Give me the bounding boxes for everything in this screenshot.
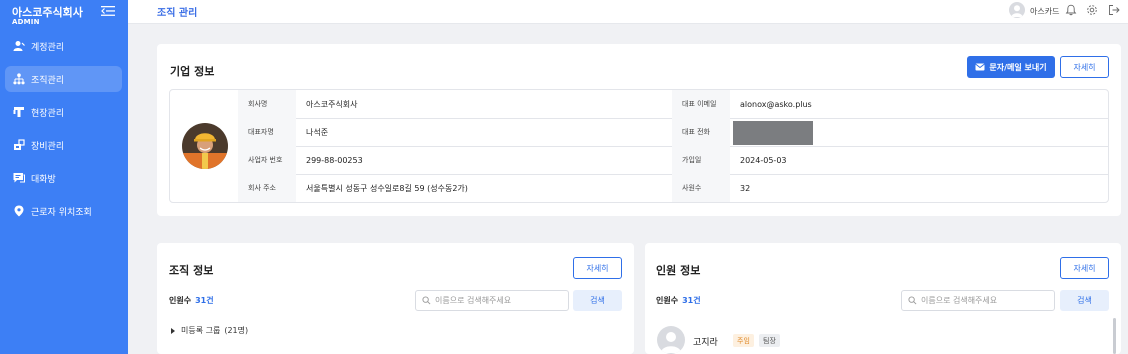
sidebar-item-label: 현장관리 <box>31 108 65 119</box>
company-address-value: 서울특별시 성동구 성수일로8길 59 (성수동2가) <box>306 183 468 193</box>
ceo-email-label: 대표 이메일 <box>672 90 730 118</box>
ceo-phone-label: 대표 전화 <box>672 118 730 146</box>
sidebar-item-label: 대화방 <box>31 174 56 185</box>
collapse-menu-icon[interactable] <box>101 5 115 17</box>
member-info-title: 인원 정보 <box>656 264 701 277</box>
employee-count-label: 사원수 <box>672 174 730 202</box>
joined-date-value: 2024-05-03 <box>740 155 787 165</box>
bell-icon[interactable] <box>1065 4 1077 16</box>
org-search-placeholder: 이름으로 검색해주세요 <box>435 296 512 305</box>
sidebar-item-account[interactable]: 계정관리 <box>5 33 122 59</box>
company-detail-button[interactable]: 자세히 <box>1060 56 1109 78</box>
sidebar-item-site[interactable]: 현장관리 <box>5 99 122 125</box>
search-icon <box>908 296 917 305</box>
company-profile-photo <box>182 123 228 169</box>
sidebar-item-label: 근로자 위치조회 <box>31 207 92 218</box>
user-icon <box>13 41 25 51</box>
employee-count-value: 32 <box>740 183 751 193</box>
org-info-card: 조직 정보 자세히 인원수 31건 이름으로 검색해주세요 검색 미등록 그룹 (… <box>157 243 634 354</box>
user-avatar[interactable] <box>1009 2 1025 18</box>
role-label: ADMIN <box>12 18 40 26</box>
worker-photo-icon <box>182 123 228 169</box>
member-search-placeholder: 이름으로 검색해주세요 <box>921 296 998 305</box>
member-search-input[interactable]: 이름으로 검색해주세요 <box>901 290 1055 311</box>
search-icon <box>422 296 431 305</box>
org-count-label: 인원수 <box>169 296 192 305</box>
role-badge: 팀장 <box>759 334 780 347</box>
ceo-email-value: alonox@asko.plus <box>740 99 812 109</box>
business-number-label: 사업자 번호 <box>238 146 296 174</box>
avatar-placeholder-icon <box>661 332 681 353</box>
gear-icon[interactable] <box>1086 4 1098 16</box>
ceo-name-value: 나석준 <box>306 127 329 137</box>
user-name[interactable]: 아스카드 <box>1030 6 1059 17</box>
send-message-button[interactable]: 문자/메일 보내기 <box>967 56 1055 78</box>
equipment-icon <box>14 139 25 150</box>
member-count: 인원수 31건 <box>656 295 701 306</box>
company-name-label: 회사명 <box>238 90 296 118</box>
position-badge: 주임 <box>733 334 754 347</box>
company-info-card: 기업 정보 문자/메일 보내기 자세히 회사명 아스코주식회사 대표자명 나석준… <box>157 44 1121 216</box>
sidebar-item-label: 장비관리 <box>31 141 65 152</box>
avatar-placeholder-icon <box>1011 5 1023 17</box>
sidebar: 아스코주식회사 ADMIN 계정관리 조직관리 현장관리 장비관리 대화방 근로… <box>0 0 128 354</box>
member-search-button[interactable]: 검색 <box>1060 290 1109 311</box>
ceo-phone-redacted <box>733 121 813 145</box>
org-search-input[interactable]: 이름으로 검색해주세요 <box>415 290 569 311</box>
org-search-button[interactable]: 검색 <box>573 290 622 311</box>
send-message-label: 문자/메일 보내기 <box>989 62 1047 72</box>
sidebar-item-organization[interactable]: 조직관리 <box>5 66 122 92</box>
top-bar: 조직 관리 아스카드 <box>128 0 1128 24</box>
location-pin-icon <box>14 205 24 217</box>
site-icon <box>13 107 24 117</box>
page-title: 조직 관리 <box>157 8 198 19</box>
member-count-value: 31건 <box>682 296 701 305</box>
business-number-value: 299-88-00253 <box>306 155 363 165</box>
company-info-table: 회사명 아스코주식회사 대표자명 나석준 사업자 번호 299-88-00253… <box>169 89 1109 203</box>
sidebar-item-label: 계정관리 <box>31 42 65 53</box>
org-count-value: 31건 <box>195 296 214 305</box>
company-info-title: 기업 정보 <box>170 65 215 78</box>
member-info-card: 인원 정보 자세히 인원수 31건 이름으로 검색해주세요 검색 고지라 주임 팀… <box>645 243 1121 354</box>
sidebar-item-label: 조직관리 <box>31 75 65 86</box>
sidebar-nav: 계정관리 조직관리 현장관리 장비관리 대화방 근로자 위치조회 <box>5 33 122 231</box>
member-detail-button[interactable]: 자세히 <box>1060 257 1109 279</box>
member-count-label: 인원수 <box>656 296 679 305</box>
joined-date-label: 가입일 <box>672 146 730 174</box>
member-list-scrollbar[interactable] <box>1113 318 1116 354</box>
ceo-name-label: 대표자명 <box>238 118 296 146</box>
mail-icon <box>975 63 986 71</box>
company-name-value: 아스코주식회사 <box>306 99 358 109</box>
org-chart-icon <box>13 73 25 85</box>
company-address-label: 회사 주소 <box>238 174 296 202</box>
group-count: (21명) <box>224 326 249 335</box>
sidebar-item-chat[interactable]: 대화방 <box>5 165 122 191</box>
org-detail-button[interactable]: 자세히 <box>573 257 622 279</box>
org-group-item[interactable]: 미등록 그룹 (21명) <box>171 325 248 336</box>
logout-icon[interactable] <box>1108 4 1120 16</box>
chat-icon <box>13 173 25 183</box>
expand-caret-icon <box>171 327 175 334</box>
org-info-title: 조직 정보 <box>169 264 214 277</box>
sidebar-item-equipment[interactable]: 장비관리 <box>5 132 122 158</box>
group-label: 미등록 그룹 <box>181 326 221 335</box>
org-count: 인원수 31건 <box>169 295 214 306</box>
sidebar-item-worker-location[interactable]: 근로자 위치조회 <box>5 198 122 224</box>
member-avatar <box>657 326 685 354</box>
member-name[interactable]: 고지라 <box>693 335 718 348</box>
